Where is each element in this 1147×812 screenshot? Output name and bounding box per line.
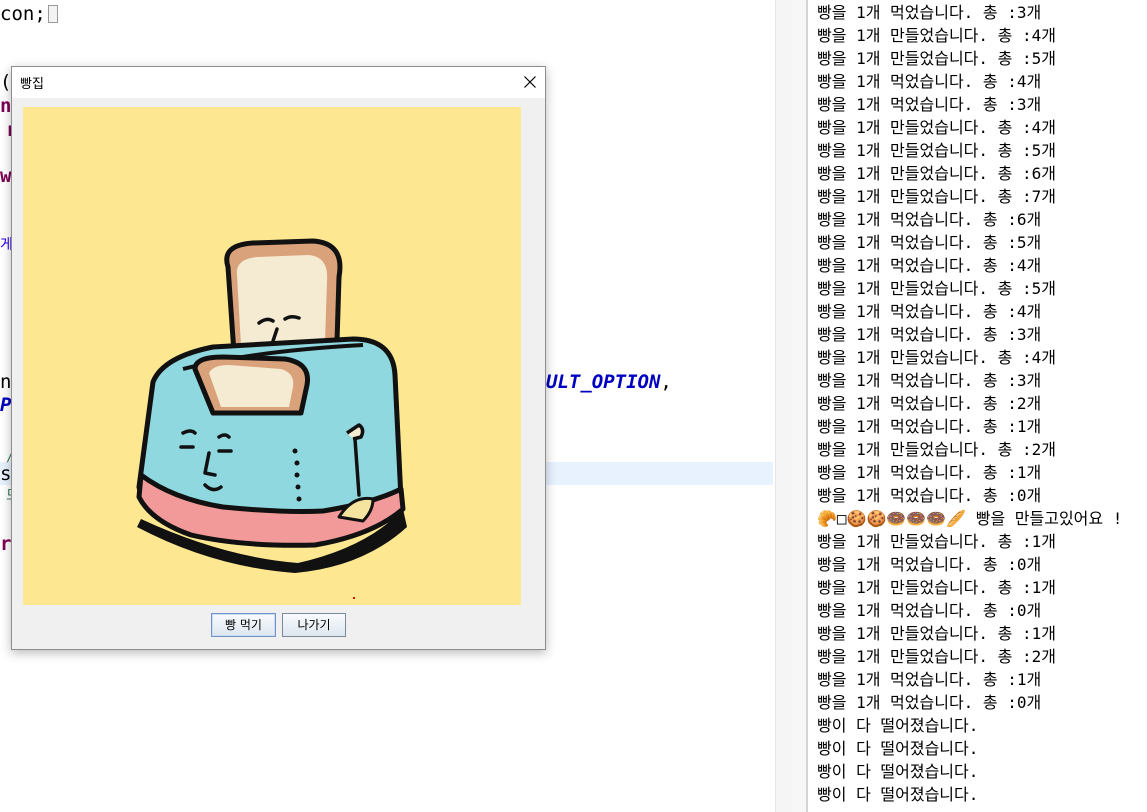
console-line: 빵을 1개 만들었습니다. 총 :2개 xyxy=(817,440,1056,459)
console-line: 빵을 1개 만들었습니다. 총 :5개 xyxy=(817,279,1056,298)
console-line: 빵을 1개 만들었습니다. 총 :7개 xyxy=(817,187,1056,206)
editor-vertical-scrollbar[interactable] xyxy=(775,0,792,812)
console-line: 빵을 1개 먹었습니다. 총 :3개 xyxy=(817,95,1042,114)
console-line: 빵을 1개 먹었습니다. 총 :0개 xyxy=(817,693,1042,712)
console-line: 빵을 1개 먹었습니다. 총 :3개 xyxy=(817,325,1042,344)
console-line: 빵을 1개 먹었습니다. 총 :1개 xyxy=(817,670,1042,689)
text-cursor-box xyxy=(47,5,58,23)
bakery-dialog[interactable]: 빵집 빵 먹기 나가기 xyxy=(11,66,546,650)
console-line: 빵을 1개 먹었습니다. 총 :5개 xyxy=(817,233,1042,252)
console-line: 빵을 1개 먹었습니다. 총 :4개 xyxy=(817,302,1042,321)
close-icon xyxy=(524,76,536,88)
exit-button[interactable]: 나가기 xyxy=(282,613,346,637)
console-line: 빵을 1개 만들었습니다. 총 :2개 xyxy=(817,647,1056,666)
code-line: P xyxy=(0,394,12,416)
console-line: 빵을 1개 만들었습니다. 총 :5개 xyxy=(817,49,1056,68)
console-line: 빵을 1개 만들었습니다. 총 :1개 xyxy=(817,624,1056,643)
close-button[interactable] xyxy=(515,67,545,97)
console-lines: 빵을 1개 먹었습니다. 총 :3개 빵을 1개 만들었습니다. 총 :4개 빵을 … xyxy=(817,1,1122,806)
console-line: 빵을 1개 먹었습니다. 총 :0개 xyxy=(817,601,1042,620)
console-line: 🥐□🍪🍪🍩🍩🍩🥖 빵을 만들고있어요 ! xyxy=(817,509,1123,528)
console-line: 빵을 1개 먹었습니다. 총 :3개 xyxy=(817,3,1042,22)
console-line: 빵을 1개 먹었습니다. 총 :6개 xyxy=(817,210,1042,229)
code-line: s xyxy=(0,463,12,485)
console-line: 빵을 1개 만들었습니다. 총 :6개 xyxy=(817,164,1056,183)
console-line: 빵을 1개 만들었습니다. 총 :4개 xyxy=(817,118,1056,137)
dialog-title: 빵집 xyxy=(20,77,44,92)
panel-divider xyxy=(792,0,806,812)
code-line: ULT_OPTION, xyxy=(546,371,672,393)
console-line: 빵을 1개 만들었습니다. 총 :4개 xyxy=(817,348,1056,367)
console-line: 빵을 1개 만들었습니다. 총 :1개 xyxy=(817,578,1056,597)
toaster-image xyxy=(23,107,521,605)
console-line: 빵을 1개 먹었습니다. 총 :4개 xyxy=(817,256,1042,275)
console-line: 빵을 1개 만들었습니다. 총 :5개 xyxy=(817,141,1056,160)
console-line: 빵이 다 떨어졌습니다. xyxy=(817,739,979,758)
console-line: 빵이 다 떨어졌습니다. xyxy=(817,762,979,781)
code-line: con; xyxy=(0,3,58,25)
console-line: 빵을 1개 먹었습니다. 총 :1개 xyxy=(817,463,1042,482)
console-output[interactable]: 빵을 1개 먹었습니다. 총 :3개 빵을 1개 만들었습니다. 총 :4개 빵을 … xyxy=(806,0,1147,812)
console-line: 빵을 1개 먹었습니다. 총 :3개 xyxy=(817,371,1042,390)
console-line: 빵이 다 떨어졌습니다. xyxy=(817,716,979,735)
console-line: 빵을 1개 먹었습니다. 총 :1개 xyxy=(817,417,1042,436)
code-line: w xyxy=(0,165,12,187)
code-line: n xyxy=(0,371,12,393)
console-line: 빵이 다 떨어졌습니다. xyxy=(817,785,979,804)
console-line: 빵을 1개 만들었습니다. 총 :1개 xyxy=(817,532,1056,551)
console-line: 빵을 1개 먹었습니다. 총 :0개 xyxy=(817,555,1042,574)
console-line: 빵을 1개 먹었습니다. 총 :4개 xyxy=(817,72,1042,91)
console-line: 빵을 1개 만들었습니다. 총 :4개 xyxy=(817,26,1056,45)
eat-bread-button[interactable]: 빵 먹기 xyxy=(211,613,276,637)
code-line: n xyxy=(0,95,12,117)
toaster-with-bread-illustration xyxy=(23,107,521,605)
console-line: 빵을 1개 먹었습니다. 총 :0개 xyxy=(817,486,1042,505)
console-line: 빵을 1개 먹었습니다. 총 :2개 xyxy=(817,394,1042,413)
dialog-titlebar[interactable]: 빵집 xyxy=(12,67,545,98)
